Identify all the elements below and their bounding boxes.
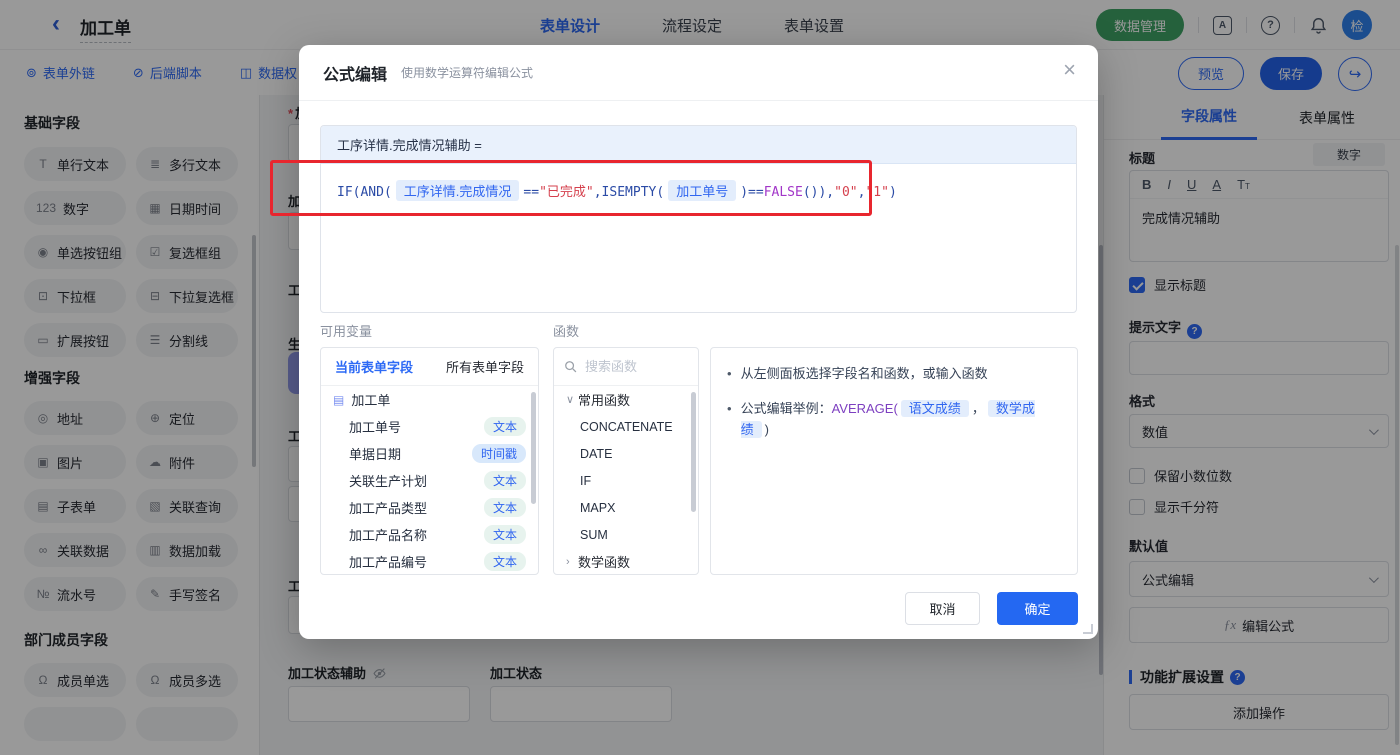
variable-row[interactable]: 单据日期 时间戳 <box>321 440 538 467</box>
formula-edit-modal: 公式编辑 使用数学运算符编辑公式 × 工序详情.完成情况辅助 = IF(AND(… <box>299 45 1098 639</box>
functions-panel: ∨ 常用函数 CONCATENATE DATE IF <box>553 347 699 575</box>
variable-row[interactable]: 关联生产计划 文本 <box>321 467 538 494</box>
variable-row[interactable]: 加工单号 文本 <box>321 413 538 440</box>
chevron-open-icon: ∨ <box>566 394 575 406</box>
variable-type-badge: 时间戳 <box>471 444 526 463</box>
function-group-common[interactable]: ∨ 常用函数 <box>554 386 698 413</box>
variable-type-badge: 文本 <box>483 525 526 544</box>
variables-tabs: 当前表单字段 所有表单字段 <box>321 348 538 386</box>
tab-all-form-fields[interactable]: 所有表单字段 <box>446 357 524 376</box>
variable-name: 单据日期 <box>349 447 402 462</box>
tab-current-form-fields[interactable]: 当前表单字段 <box>335 357 413 376</box>
field-chip[interactable]: 加工单号 <box>668 180 737 201</box>
variable-row[interactable]: 加工产品名称 文本 <box>321 521 538 548</box>
functions-section-label: 函数 <box>553 324 580 339</box>
variables-section-label: 可用变量 <box>320 324 373 339</box>
variable-name: 加工产品名称 <box>349 528 428 543</box>
variable-name: 关联生产计划 <box>349 474 428 489</box>
function-name: SUM <box>580 527 608 542</box>
modal-subtitle: 使用数学运算符编辑公式 <box>401 66 534 80</box>
formula-target: 工序详情.完成情况辅助 = <box>321 126 1076 164</box>
example-field-chip: 语文成绩 <box>900 400 969 417</box>
formula-input[interactable]: IF(AND(工序详情.完成情况 =="已完成",ISEMPTY(加工单号)==F… <box>321 164 1076 217</box>
function-list: CONCATENATE DATE IF MAPX SUM <box>554 413 698 548</box>
variable-group-row[interactable]: ▤ 加工单 <box>321 386 538 413</box>
modal-title: 公式编辑 <box>323 66 388 84</box>
function-row[interactable]: MAPX <box>554 494 698 521</box>
function-group-math[interactable]: › 数学函数 <box>554 548 698 574</box>
variables-panel: 当前表单字段 所有表单字段 ▤ 加工单 加工单号 文本 单据日期 时间戳 关联生… <box>320 347 539 575</box>
variable-name: 加工产品类型 <box>349 501 428 516</box>
chevron-closed-icon: › <box>566 555 570 568</box>
modal-header: 公式编辑 使用数学运算符编辑公式 × <box>299 45 1098 101</box>
functions-scrollbar[interactable] <box>691 392 696 512</box>
variable-row[interactable]: 加工产品编号 文本 <box>321 548 538 574</box>
variable-row[interactable]: 加工产品类型 文本 <box>321 494 538 521</box>
function-row[interactable]: DATE <box>554 440 698 467</box>
formula-editor: 工序详情.完成情况辅助 = IF(AND(工序详情.完成情况 =="已完成",IS… <box>320 125 1077 313</box>
help-line-2: • 公式编辑举例：AVERAGE(语文成绩，数学成绩) <box>727 400 1035 438</box>
function-row[interactable]: IF <box>554 467 698 494</box>
variable-type-badge: 文本 <box>483 417 526 436</box>
function-search <box>554 348 698 386</box>
confirm-button[interactable]: 确定 <box>997 592 1078 625</box>
function-name: IF <box>580 473 592 488</box>
function-search-input[interactable] <box>585 359 685 374</box>
variable-name: 加工产品编号 <box>349 555 428 570</box>
variable-type-badge: 文本 <box>483 498 526 517</box>
variable-type-badge: 文本 <box>483 552 526 571</box>
function-name: DATE <box>580 446 613 461</box>
function-row[interactable]: CONCATENATE <box>554 413 698 440</box>
app-screen: ‹ 加工单 表单设计 流程设定 表单设置 数据管理 A ? 检 ⊚ 表单外链 ⊘… <box>0 0 1400 755</box>
help-line-1: • 从左侧面板选择字段名和函数，或输入函数 <box>727 366 988 381</box>
close-icon[interactable]: × <box>1063 59 1076 81</box>
function-name: CONCATENATE <box>580 419 673 434</box>
form-file-icon: ▤ <box>333 392 345 407</box>
resize-handle[interactable] <box>1083 624 1093 634</box>
function-name: MAPX <box>580 500 616 515</box>
cancel-button[interactable]: 取消 <box>905 592 980 625</box>
variable-list: 加工单号 文本 单据日期 时间戳 关联生产计划 文本 加工产品类型 文本 加工产… <box>321 413 538 574</box>
variables-scrollbar[interactable] <box>531 392 536 504</box>
search-icon <box>565 360 577 372</box>
function-row[interactable]: SUM <box>554 521 698 548</box>
formula-help-panel: • 从左侧面板选择字段名和函数，或输入函数 • 公式编辑举例：AVERAGE(语… <box>710 347 1078 575</box>
field-chip[interactable]: 工序详情.完成情况 <box>395 180 520 201</box>
variable-type-badge: 文本 <box>483 471 526 490</box>
variable-name: 加工单号 <box>349 420 402 435</box>
